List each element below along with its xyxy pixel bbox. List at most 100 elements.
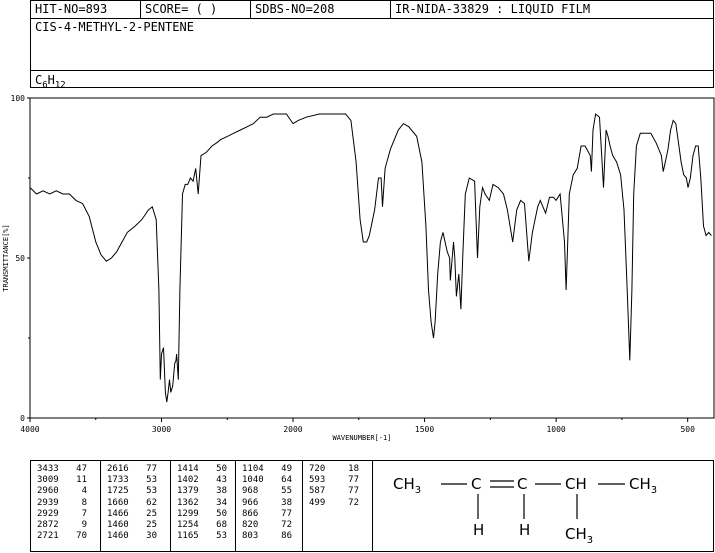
- peak-wavenumber: 1104: [242, 464, 264, 474]
- peak-row: 1402 43: [177, 475, 235, 486]
- peak-transmittance: 49: [281, 464, 292, 474]
- peak-row: 1040 64: [242, 475, 302, 486]
- compound-name: CIS-4-METHYL-2-PENTENE: [35, 20, 194, 34]
- peak-wavenumber: 820: [242, 520, 259, 531]
- peak-column: 1414 50 1402 43 1379 38 1362 34 1299 50 1254 68 1165…: [171, 461, 236, 551]
- peak-row: 1414 50: [177, 464, 235, 475]
- x-tick-label: 1000: [546, 425, 565, 434]
- peak-transmittance: 34: [216, 497, 227, 508]
- peak-wavenumber: 1660: [107, 497, 129, 508]
- score: SCORE= ( ): [141, 1, 251, 18]
- peak-transmittance: 77: [281, 508, 292, 519]
- peak-wavenumber: 966: [242, 497, 259, 508]
- peak-transmittance: 55: [281, 486, 292, 497]
- x-tick-label: 4000: [20, 425, 39, 434]
- peak-wavenumber: 499: [309, 497, 326, 508]
- peak-transmittance: 53: [146, 486, 157, 497]
- y-tick-label: 50: [15, 254, 25, 263]
- peak-transmittance: 18: [348, 464, 359, 474]
- peak-transmittance: 4: [81, 486, 87, 497]
- peak-transmittance: 50: [216, 508, 227, 519]
- peak-row: 1299 50: [177, 509, 235, 520]
- peak-wavenumber: 866: [242, 508, 259, 519]
- peak-wavenumber: 1733: [107, 475, 129, 486]
- peak-wavenumber: 2616: [107, 464, 129, 474]
- peak-transmittance: 9: [81, 520, 87, 531]
- plot-frame: [29, 97, 715, 419]
- x-tick-label: 3000: [152, 425, 171, 434]
- peak-transmittance: 25: [146, 520, 157, 531]
- peak-wavenumber: 1414: [177, 464, 199, 474]
- struct-c1: C: [471, 475, 482, 493]
- peak-row: 1466 25: [107, 509, 170, 520]
- ir-info: IR-NIDA-33829 : LIQUID FILM: [395, 2, 591, 16]
- peak-row: 1733 53: [107, 475, 170, 486]
- peak-wavenumber: 1254: [177, 520, 199, 531]
- peak-row: 720 18: [309, 464, 372, 475]
- peak-transmittance: 38: [216, 486, 227, 497]
- peak-row: 866 77: [242, 509, 302, 520]
- peak-row: 2872 9: [37, 520, 100, 531]
- peak-row: 3009 11: [37, 475, 100, 486]
- peak-row: 2721 70: [37, 531, 100, 542]
- peak-row: 1660 62: [107, 498, 170, 509]
- peak-wavenumber: 1466: [107, 508, 129, 519]
- peak-row: 1379 38: [177, 486, 235, 497]
- peak-transmittance: 11: [76, 475, 87, 486]
- sdbs-number: SDBS-NO=208: [251, 1, 391, 18]
- peak-transmittance: 30: [146, 531, 157, 542]
- peak-wavenumber: 1379: [177, 486, 199, 497]
- peak-column: 720 18 593 77 587 77 499 72: [303, 461, 373, 551]
- struct-h1: H: [473, 521, 485, 539]
- x-tick-label: 1500: [415, 425, 434, 434]
- peak-row: 587 77: [309, 486, 372, 497]
- peak-transmittance: 8: [81, 497, 87, 508]
- peak-row: 2929 7: [37, 509, 100, 520]
- peak-transmittance: 50: [216, 464, 227, 474]
- peak-wavenumber: 3433: [37, 464, 59, 474]
- peak-transmittance: 72: [281, 520, 292, 531]
- structure-diagram: CH3 C C CH CH3 H H CH3: [373, 461, 713, 551]
- peak-transmittance: 38: [281, 497, 292, 508]
- peak-table: 3433 47 3009 11 2960 4 2939 8 2929 7 2872 9 2721 70 26…: [30, 460, 714, 552]
- peak-transmittance: 47: [76, 464, 87, 474]
- peak-wavenumber: 1460: [107, 531, 129, 542]
- peak-transmittance: 77: [348, 486, 359, 497]
- peak-wavenumber: 2960: [37, 486, 59, 497]
- peak-row: 820 72: [242, 520, 302, 531]
- struct-ch3-bottom: CH3: [565, 525, 594, 546]
- formula-row: C6H12: [31, 70, 713, 91]
- peak-row: 593 77: [309, 475, 372, 486]
- peak-transmittance: 25: [146, 508, 157, 519]
- peak-row: 1104 49: [242, 464, 302, 475]
- peak-row: 499 72: [309, 498, 372, 509]
- peak-row: 1460 25: [107, 520, 170, 531]
- peak-transmittance: 62: [146, 497, 157, 508]
- peak-row: 966 38: [242, 498, 302, 509]
- spectrum-line: [29, 113, 712, 403]
- peak-wavenumber: 968: [242, 486, 259, 497]
- struct-ch: CH: [565, 475, 587, 493]
- peak-wavenumber: 1299: [177, 508, 199, 519]
- peak-row: 1725 53: [107, 486, 170, 497]
- peak-transmittance: 53: [146, 475, 157, 486]
- peak-wavenumber: 2872: [37, 520, 59, 531]
- peak-transmittance: 70: [76, 531, 87, 542]
- struct-ch3-right: CH3: [629, 475, 658, 496]
- peak-row: 1254 68: [177, 520, 235, 531]
- peak-wavenumber: 1402: [177, 475, 199, 486]
- molecular-formula: C6H12: [35, 73, 66, 91]
- peak-transmittance: 64: [281, 475, 292, 486]
- peak-row: 803 86: [242, 531, 302, 542]
- ir-spectrum-chart: 4000 3000 2000 1500 1000 500 0 50 100 WAVENUMBER[…: [0, 90, 715, 445]
- peak-wavenumber: 1725: [107, 486, 129, 497]
- peak-column: 3433 47 3009 11 2960 4 2939 8 2929 7 2872 9 2721 70: [31, 461, 101, 551]
- peak-transmittance: 68: [216, 520, 227, 531]
- peak-wavenumber: 720: [309, 464, 326, 474]
- peak-wavenumber: 587: [309, 486, 326, 497]
- peak-row: 1460 30: [107, 531, 170, 542]
- peak-column: 1104 49 1040 64 968 55 966 38 866 77 820 72 803 86: [236, 461, 303, 551]
- x-tick-label: 500: [680, 425, 695, 434]
- peak-wavenumber: 1362: [177, 497, 199, 508]
- peak-wavenumber: 2721: [37, 531, 59, 542]
